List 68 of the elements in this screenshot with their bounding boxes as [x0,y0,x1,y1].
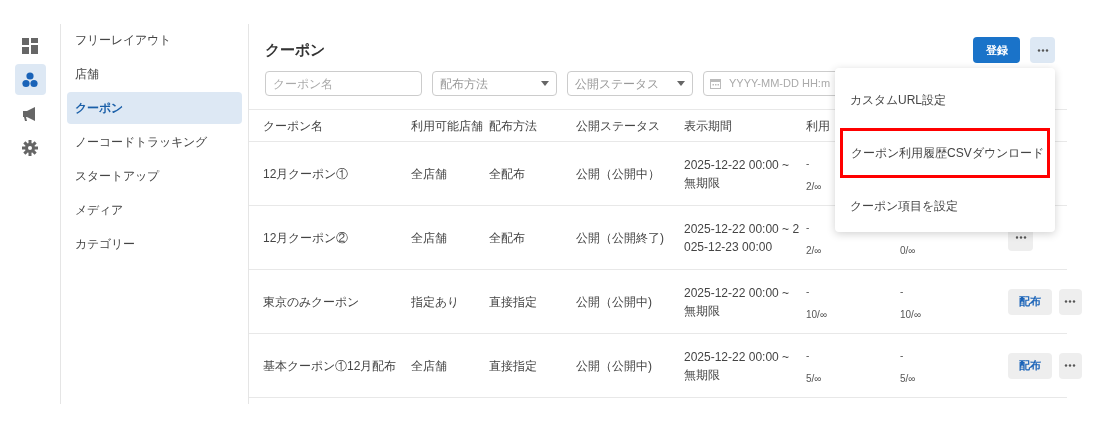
table-cell-text: - [806,348,811,363]
table-cell-text: 2/∞ [806,179,823,194]
more-button[interactable] [1030,37,1055,63]
register-button[interactable]: 登録 [973,37,1020,63]
table-cell-text: 公開（公開中) [576,293,653,311]
sidebar-item[interactable]: クーポン [67,92,242,124]
table-cell-text: 2025-12-22 00:00 ~ 2 025-12-23 00:00 [684,220,801,256]
sidebar-item[interactable]: メディア [67,194,242,226]
coupon-name-field[interactable]: クーポン名 [265,71,422,96]
page-title: クーポン [265,39,325,60]
table-cell-text: 全店舗 [411,165,448,183]
table-cell-text: 公開（公開中) [576,357,653,375]
more-icon [1036,48,1049,52]
column-header: クーポン名 [263,117,324,135]
table-cell-text: 10/∞ [900,307,923,322]
column-header: 配布方法 [489,117,538,135]
column-header: 利用可能店舗 [411,117,484,135]
table-cell-text: 2025-12-22 00:00 ~ 無期限 [684,348,791,384]
sidebar-item[interactable]: カテゴリー [67,228,242,260]
menu-item[interactable]: クーポン項目を設定 [840,184,1050,228]
table-cell-text: 全店舗 [411,229,448,247]
table-cell-text: 指定あり [411,293,460,311]
table-cell-text: 5/∞ [806,371,823,386]
table-cell-text: 直接指定 [489,293,538,311]
settings-icon [22,139,38,156]
table-cell-text: 全店舗 [411,357,448,375]
hexagon-cluster-icon [22,71,38,88]
column-header: 表示期間 [684,117,733,135]
table-cell-text: 2025-12-22 00:00 ~ 無期限 [684,156,791,192]
more-button[interactable] [1058,352,1082,379]
table-cell-text: - [900,284,905,299]
menu-item[interactable]: クーポン利用履歴CSVダウンロード [840,128,1050,178]
more-button[interactable] [1058,288,1082,315]
column-header: 公開ステータス [576,117,661,135]
table-cell-text: 全配布 [489,165,526,183]
table-cell-text: 全配布 [489,229,526,247]
rail-button[interactable] [14,64,46,95]
table-cell-text: - [900,348,905,363]
table-cell-text: 10/∞ [806,307,829,322]
calendar-icon [710,78,721,89]
table-cell-text: 公開（公開終了) [576,229,665,247]
caret-icon [677,81,685,86]
table-cell-text: 12月クーポン② [263,229,350,247]
table-cell-text: - [806,284,811,299]
dashboard-icon [22,37,38,54]
sidebar-item[interactable]: フリーレイアウト [67,24,242,56]
table-cell-text: - [806,220,811,235]
distribute-button[interactable]: 配布 [1008,288,1052,315]
megaphone-icon [22,105,38,122]
sidebar-item[interactable]: 店舗 [67,58,242,90]
more-icon [1014,236,1027,239]
table-cell-text: 0/∞ [900,243,917,258]
table-cell-text: 基本クーポン①12月配布 [263,357,398,375]
table-cell-text: 2025-12-22 00:00 ~ 無期限 [684,284,791,320]
more-icon [1064,300,1077,303]
table-cell-text: 12月クーポン① [263,165,350,183]
table-cell-text: 東京のみクーポン [263,293,360,311]
table-cell-text: 2/∞ [806,243,823,258]
sidebar-item[interactable]: ノーコードトラッキング [67,126,242,158]
sidebar-item[interactable]: スタートアップ [67,160,242,192]
column-header: 利用 [806,117,831,135]
more-icon [1064,364,1077,367]
table-cell-text: - [806,156,811,171]
table-cell-text: 公開（公開中） [576,165,661,183]
distribute-button[interactable]: 配布 [1008,352,1052,379]
table-cell-text: 5/∞ [900,371,917,386]
table-cell-text: 直接指定 [489,357,538,375]
caret-icon [541,81,549,86]
